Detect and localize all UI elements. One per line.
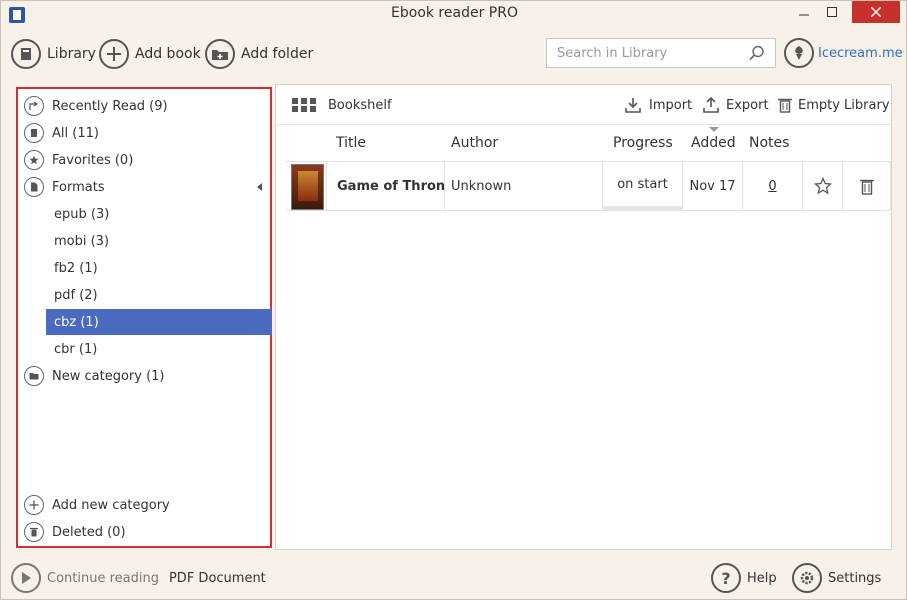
folder-plus-icon [205,39,235,69]
sidebar-item-label: cbz (1) [54,314,99,330]
close-button[interactable] [852,1,900,23]
sidebar-item-fb2[interactable]: fb2 (1) [46,255,272,281]
export-icon [703,97,719,113]
sidebar-item-favorites[interactable]: Favorites (0) [24,147,133,173]
library-button[interactable]: Library [11,39,96,69]
sidebar-item-label: cbr (1) [54,341,98,357]
sort-descending-icon [709,127,719,132]
sidebar-item-new-category[interactable]: New category (1) [24,363,165,389]
column-header-progress[interactable]: Progress [613,135,673,151]
sidebar-item-mobi[interactable]: mobi (3) [46,228,272,254]
plus-icon [24,495,44,515]
sidebar-item-label: pdf (2) [54,287,98,303]
settings-button[interactable]: Settings [792,563,881,593]
delete-book-button[interactable] [842,162,891,210]
favorite-toggle[interactable] [802,162,842,210]
search-icon[interactable] [749,45,765,61]
brand-label: Icecream.me [818,45,903,61]
sidebar-item-label: Formats [52,179,105,195]
book-title: Game of Throne [326,162,444,210]
add-book-button[interactable]: Add book [99,39,201,69]
add-folder-button[interactable]: Add folder [205,39,313,69]
sidebar-item-cbr[interactable]: cbr (1) [46,336,272,362]
grid-icon [292,98,316,112]
plus-icon [99,39,129,69]
sidebar-item-label: Deleted (0) [52,524,126,540]
column-header-title[interactable]: Title [336,135,366,151]
import-button[interactable]: Import [625,95,692,115]
sidebar-item-label: mobi (3) [54,233,110,249]
book-icon [11,39,41,69]
icecream-logo-icon [784,38,814,68]
library-panel: Bookshelf Import Export Empty Library Ti… [275,84,892,550]
add-new-category-button[interactable]: Add new category [24,492,170,518]
add-book-label: Add book [135,46,201,62]
search-input[interactable] [547,39,737,67]
column-header-notes[interactable]: Notes [749,135,789,151]
collapse-arrow-icon[interactable] [257,183,262,191]
bookshelf-label: Bookshelf [328,97,392,113]
sidebar-item-label: New category (1) [52,368,165,384]
sidebar-item-pdf[interactable]: pdf (2) [46,282,272,308]
gear-icon [792,563,822,593]
column-header-added[interactable]: Added [691,135,736,151]
trash-icon [778,98,792,113]
maximize-button[interactable] [819,1,845,23]
book-notes-count[interactable]: 0 [742,162,802,210]
book-progress: on start [602,162,682,210]
export-button[interactable]: Export [703,95,769,115]
trash-icon [859,179,874,195]
icecream-link[interactable]: Icecream.me [784,38,903,68]
trash-icon [24,522,44,542]
help-label: Help [747,570,777,586]
sidebar-item-deleted[interactable]: Deleted (0) [24,519,126,545]
continue-reading-button[interactable]: Continue reading PDF Document [11,563,266,593]
sidebar-item-all[interactable]: All (11) [24,120,99,146]
sidebar-item-cbz[interactable]: cbz (1) [46,309,272,335]
sidebar-item-label: fb2 (1) [54,260,98,276]
star-outline-icon [813,177,832,195]
export-label: Export [726,97,769,113]
help-icon: ? [711,563,741,593]
help-button[interactable]: ? Help [711,563,777,593]
folder-icon [24,366,44,386]
sidebar-item-recently-read[interactable]: Recently Read (9) [24,93,168,119]
sidebar-item-label: Add new category [52,497,170,513]
sidebar-item-label: All (11) [52,125,99,141]
sidebar-item-label: Favorites (0) [52,152,134,168]
panel-header: Bookshelf Import Export Empty Library [276,85,891,125]
continue-reading-label: Continue reading [47,570,159,586]
book-author: Unknown [444,162,602,210]
import-label: Import [649,97,693,113]
empty-library-button[interactable]: Empty Library [778,95,890,115]
recent-icon [24,96,44,116]
table-row[interactable]: Game of Throne Unknown on start Nov 17 0 [286,161,891,211]
close-icon [871,7,881,17]
star-icon [24,150,44,170]
book-cover-thumbnail [291,164,324,210]
empty-library-label: Empty Library [798,97,890,113]
bookshelf-view-button[interactable]: Bookshelf [292,95,392,115]
window-title: Ebook reader PRO [391,5,518,21]
minimize-button[interactable] [791,1,817,23]
sidebar-item-label: Recently Read (9) [52,98,168,114]
book-added-date: Nov 17 [682,162,742,210]
sidebar-item-label: epub (3) [54,206,110,222]
books-icon [24,123,44,143]
play-icon [11,563,41,593]
current-document-label: PDF Document [168,570,266,586]
sidebar-item-formats[interactable]: Formats [24,174,268,200]
search-box[interactable] [546,38,776,68]
file-icon [24,177,44,197]
add-folder-label: Add folder [241,46,314,62]
minimize-icon [799,14,809,16]
library-label: Library [47,46,96,62]
sidebar-item-epub[interactable]: epub (3) [46,201,272,227]
settings-label: Settings [828,570,882,586]
maximize-icon [827,7,837,17]
column-header-author[interactable]: Author [451,135,498,151]
sidebar: Recently Read (9) All (11) Favorites (0)… [16,87,272,548]
import-icon [625,98,641,113]
